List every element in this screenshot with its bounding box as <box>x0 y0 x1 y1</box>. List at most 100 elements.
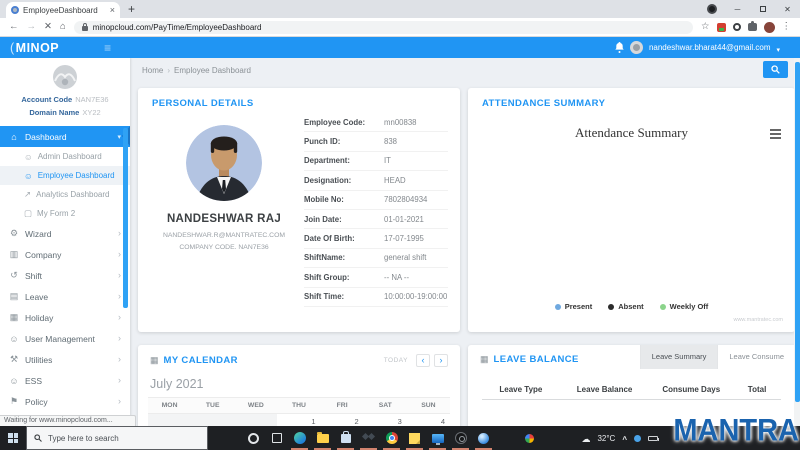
start-button[interactable] <box>0 433 26 443</box>
sidebar-scrollbar-thumb[interactable] <box>123 128 128 308</box>
forward-icon[interactable]: → <box>27 22 37 32</box>
stop-loading-icon[interactable]: ✕ <box>44 22 52 32</box>
browser-tab[interactable]: EmployeeDashboard × <box>6 2 120 18</box>
browser-menu-dots-icon[interactable]: ⋮ <box>782 22 792 32</box>
sidebar-item-ess[interactable]: ESS <box>0 370 130 391</box>
breadcrumb-home[interactable]: Home <box>142 66 163 75</box>
address-bar-actions: ☆ ⋮ <box>701 22 791 33</box>
calendar-day-cell[interactable]: 2 <box>321 414 364 426</box>
task-view-button[interactable] <box>265 426 288 450</box>
battery-icon[interactable] <box>648 436 658 441</box>
adblock-extension-icon[interactable] <box>717 23 726 32</box>
sidebar-item-wizard[interactable]: Wizard <box>0 223 130 244</box>
edge-button[interactable] <box>288 426 311 450</box>
attendance-chart: Attendance Summary Present Absent Weekly… <box>468 111 795 327</box>
calendar-day-cell[interactable]: 1 <box>277 414 320 426</box>
url-field[interactable]: minopcloud.com/PayTime/EmployeeDashboard <box>74 21 693 34</box>
sidebar-item-admin-dashboard[interactable]: Admin Dashboard <box>0 147 130 166</box>
window-close-button[interactable]: ✕ <box>775 5 800 14</box>
sidebar-item-my-form-2[interactable]: My Form 2 <box>0 204 130 223</box>
chart-menu-icon[interactable] <box>770 129 781 141</box>
new-tab-button[interactable]: + <box>128 2 135 16</box>
bookmark-star-icon[interactable]: ☆ <box>701 22 710 32</box>
back-icon[interactable]: ← <box>9 22 19 32</box>
weather-cloud-icon[interactable] <box>581 429 590 447</box>
file-explorer-button[interactable] <box>311 426 334 450</box>
chrome-button[interactable] <box>380 426 403 450</box>
temperature-label[interactable]: 32°C <box>597 434 615 443</box>
home-icon[interactable]: ⌂ <box>60 22 66 32</box>
legend-present[interactable]: Present <box>555 302 593 311</box>
field-label: Join Date: <box>304 215 384 224</box>
taskbar-search-input[interactable]: Type here to search <box>26 426 208 450</box>
calendar-month-label: July 2021 <box>138 367 460 397</box>
calendar-day-cell[interactable] <box>148 414 191 426</box>
sidebar-item-company[interactable]: Company <box>0 244 130 265</box>
user-avatar[interactable] <box>630 41 643 54</box>
recorder-indicator-icon[interactable] <box>707 4 717 14</box>
remote-desktop-button[interactable] <box>426 426 449 450</box>
tray-app-icon[interactable] <box>525 434 534 443</box>
chevron-right-icon <box>118 334 121 343</box>
task-view-icon <box>272 433 282 443</box>
tab-leave-consume[interactable]: Leave Consume <box>717 345 795 369</box>
employee-photo <box>186 125 262 201</box>
sidebar-item-analytics-dashboard[interactable]: Analytics Dashboard <box>0 185 130 204</box>
tab-leave-summary[interactable]: Leave Summary <box>640 345 718 369</box>
globe-app-button[interactable] <box>472 426 495 450</box>
dropbox-button[interactable] <box>357 426 380 450</box>
breadcrumb: Home › Employee Dashboard <box>142 66 251 75</box>
history-icon <box>9 270 19 281</box>
sticky-notes-button[interactable] <box>403 426 426 450</box>
today-button[interactable]: TODAY <box>384 357 408 364</box>
account-code-label: Account Code <box>21 95 72 104</box>
window-minimize-button[interactable]: ─ <box>725 5 750 14</box>
calendar-day-cell[interactable] <box>191 414 234 426</box>
user-email[interactable]: nandeshwar.bharat44@gmail.com <box>649 43 771 52</box>
sidebar-item-shift[interactable]: Shift <box>0 265 130 286</box>
browser-profile-avatar[interactable] <box>764 22 775 33</box>
breadcrumb-separator: › <box>167 66 170 75</box>
notification-bell-icon[interactable] <box>615 42 624 53</box>
calendar-next-icon[interactable]: › <box>434 354 448 367</box>
extension-ring-icon[interactable] <box>733 23 741 31</box>
company-emblem-logo <box>50 63 80 93</box>
store-button[interactable] <box>334 426 357 450</box>
cortana-button[interactable] <box>242 426 265 450</box>
calendar-day-cell[interactable]: 4 <box>407 414 450 426</box>
tray-dot-icon[interactable] <box>634 435 641 442</box>
camera-app-button[interactable] <box>449 426 472 450</box>
admin-user-icon <box>24 152 33 162</box>
calendar-day-cell[interactable] <box>234 414 277 426</box>
sidebar-item-dashboard[interactable]: Dashboard <box>0 126 130 147</box>
sidebar-item-utilities[interactable]: Utilities <box>0 349 130 370</box>
calendar-day-cell[interactable]: 3 <box>364 414 407 426</box>
sidebar-item-user-management[interactable]: User Management <box>0 328 130 349</box>
hidden-icons-caret[interactable] <box>622 429 627 447</box>
extensions-puzzle-icon[interactable] <box>748 23 757 31</box>
sidebar-item-label: User Management <box>25 334 95 344</box>
breadcrumb-current: Employee Dashboard <box>174 66 251 75</box>
sidebar-item-policy[interactable]: Policy <box>0 391 130 412</box>
browser-tab-strip: EmployeeDashboard × + ─ ✕ <box>0 0 800 18</box>
legend-weekly-off[interactable]: Weekly Off <box>660 302 709 311</box>
page-search-button[interactable] <box>763 61 788 78</box>
calendar-prev-icon[interactable]: ‹ <box>416 354 430 367</box>
page-scrollbar[interactable] <box>794 58 800 426</box>
user-menu-caret-icon[interactable] <box>776 39 780 57</box>
page-scrollbar-thumb[interactable] <box>795 62 800 402</box>
sidebar-toggle-icon[interactable] <box>104 41 111 55</box>
legend-absent[interactable]: Absent <box>608 302 643 311</box>
sidebar-item-leave[interactable]: Leave <box>0 286 130 307</box>
chrome-icon <box>386 432 398 444</box>
attendance-summary-title: ATTENDANCE SUMMARY <box>468 88 795 111</box>
field-row: Shift Time:10:00:00-19:00:00 <box>304 288 448 307</box>
window-maximize-button[interactable] <box>750 5 775 14</box>
field-label: Department: <box>304 156 384 165</box>
column-header: Leave Balance <box>560 385 650 394</box>
attendance-summary-card: ATTENDANCE SUMMARY Attendance Summary Pr… <box>468 88 795 332</box>
tab-close-icon[interactable]: × <box>110 6 115 15</box>
sidebar-item-holiday[interactable]: Holiday <box>0 307 130 328</box>
sidebar-item-employee-dashboard[interactable]: Employee Dashboard <box>0 166 130 185</box>
leave-table-header: Leave Type Leave Balance Consume Days To… <box>482 385 781 400</box>
